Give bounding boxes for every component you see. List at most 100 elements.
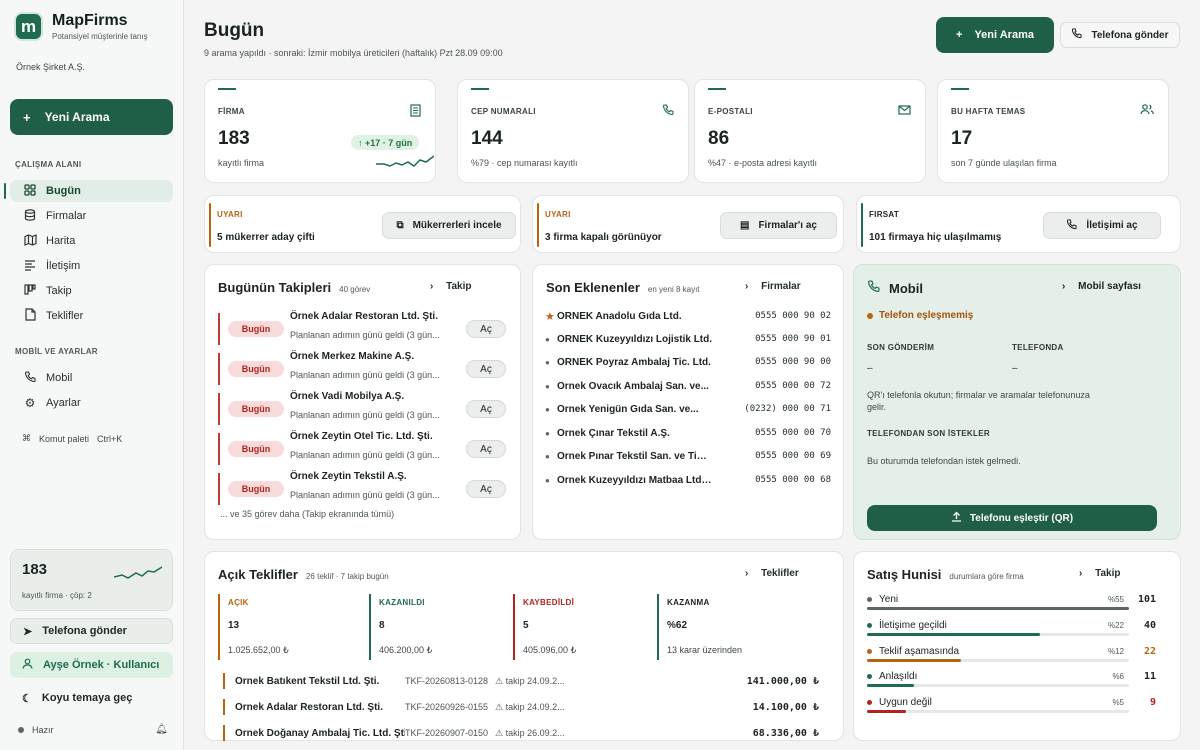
followup-link[interactable]: › Takip — [430, 281, 472, 292]
funnel-stage[interactable]: Yeni %55 101 — [867, 594, 1156, 616]
alert-accent — [209, 203, 211, 247]
sidebar-item-settings[interactable]: ⚙ Ayarlar — [10, 392, 173, 414]
stat-value: 5 — [523, 620, 529, 631]
phone-icon — [1071, 28, 1083, 42]
building-icon: ▤ — [740, 220, 750, 231]
recent-firm-row[interactable]: ● Örnek Pınar Tekstil San. ve Tic.... 05… — [545, 449, 831, 463]
recent-firm-row[interactable]: ● Örnek Çınar Tekstil A.Ş. 0555 000 00 7… — [545, 426, 831, 440]
link-label: Takip — [1095, 568, 1121, 579]
firm-name: ÖRNEK Anadolu Gıda Ltd. — [557, 310, 682, 322]
offers-link[interactable]: › Teklifler — [745, 568, 799, 579]
sidebar-item-label: İletişim — [46, 260, 81, 272]
open-contact-button[interactable]: İletişimi aç — [1043, 212, 1161, 239]
offer-followup-text: takip 26.09.2... — [505, 727, 565, 738]
sidebar-item-mobile[interactable]: Mobil — [10, 367, 173, 389]
recent-firm-row[interactable]: ● ÖRNEK Kuzeyyıldızı Lojistik Ltd. 0555 … — [545, 332, 831, 346]
offer-amount: 141.000,00 ₺ — [746, 675, 819, 687]
qr-help-text: QR'ı telefonla okutun; firmalar ve arama… — [867, 390, 1090, 412]
firm-name: Örnek Ovacık Ambalaj San. ve... — [557, 380, 709, 392]
offer-row[interactable]: Örnek Batıkent Tekstil Ltd. Şti. TKF-202… — [223, 673, 819, 689]
recent-firm-row[interactable]: ● Örnek Kuzeyyıldızı Matbaa Ltd.... 0555… — [545, 473, 831, 487]
sidebar-item-contact[interactable]: İletişim — [10, 255, 173, 277]
alert-duplicates: UYARI 5 mükerrer aday çifti ⧉ Mükerrerle… — [204, 195, 521, 253]
recent-firm-row[interactable]: ● Örnek Yenigün Gıda San. ve... (0232) 0… — [545, 402, 831, 416]
recent-firm-row[interactable]: ● ÖRNEK Poyraz Ambalaj Tic. Ltd. 0555 00… — [545, 355, 831, 369]
sidebar-new-search-button[interactable]: + Yeni Arama — [10, 99, 173, 135]
send-to-phone-button[interactable]: Telefona gönder — [1060, 22, 1180, 48]
followups-panel: Bugünün Takipleri 40 görev › Takip Bugün… — [204, 264, 521, 540]
offer-row[interactable]: Örnek Doğanay Ambalaj Tic. Ltd. Şti. TKF… — [223, 725, 819, 741]
open-firms-button[interactable]: ▤ Firmalar'ı aç — [720, 212, 837, 239]
firm-phone: 0555 000 00 72 — [755, 381, 831, 391]
open-task-button[interactable]: Aç — [466, 480, 506, 498]
funnel-stage[interactable]: Uygun değil %5 9 — [867, 697, 1156, 719]
user-profile-button[interactable]: Ayşe Örnek · Kullanıcı — [10, 652, 173, 678]
sidebar-item-firms[interactable]: Firmalar — [10, 205, 173, 227]
stage-name: İletişime geçildi — [879, 620, 947, 631]
due-badge: Bugün — [228, 321, 284, 337]
open-task-button[interactable]: Aç — [466, 320, 506, 338]
open-task-button[interactable]: Aç — [466, 400, 506, 418]
kpi-accent — [218, 88, 236, 90]
send-to-phone-label: Telefona gönder — [42, 625, 127, 637]
chevron-right-icon: › — [1079, 568, 1083, 579]
bullet-icon: ● — [545, 451, 550, 461]
command-palette[interactable]: ⌘ Komut paleti Ctrl+K — [22, 433, 122, 444]
button-label: Mükerrerleri incele — [412, 220, 502, 231]
sidebar-send-to-phone-button[interactable]: ➤ Telefona gönder — [10, 618, 173, 644]
button-label: Firmalar'ı aç — [758, 220, 817, 231]
funnel-stage[interactable]: Teklif aşamasında %12 22 — [867, 646, 1156, 668]
alert-opportunity: FIRSAT 101 firmaya hiç ulaşılmamış İleti… — [856, 195, 1181, 253]
stage-name: Yeni — [879, 594, 899, 605]
link-label: Teklifler — [761, 568, 799, 579]
upload-icon — [951, 511, 962, 525]
offer-followup: ⚠ takip 24.09.2... — [495, 676, 585, 687]
kpi-card-contact-week[interactable]: BU HAFTA TEMAS 17 son 7 günde ulaşılan f… — [937, 79, 1169, 183]
stage-bar-track — [867, 684, 1129, 687]
sidebar-item-today[interactable]: Bugün — [4, 180, 173, 202]
open-task-button[interactable]: Aç — [466, 360, 506, 378]
button-label: İletişimi aç — [1086, 220, 1138, 231]
stage-percent: %22 — [1107, 621, 1124, 630]
phone-requests-text: Bu oturumda telefondan istek gelmedi. — [867, 456, 1021, 466]
open-task-button[interactable]: Aç — [466, 440, 506, 458]
pair-phone-button[interactable]: Telefonu eşleştir (QR) — [867, 505, 1157, 531]
sidebar-item-followup[interactable]: Takip — [10, 280, 173, 302]
alert-text: 3 firma kapalı görünüyor — [545, 232, 662, 243]
kpi-card-email[interactable]: E-POSTALI 86 %47 · e-posta adresi kayıtl… — [694, 79, 926, 183]
mobile-page-link[interactable]: › Mobil sayfası — [1062, 281, 1141, 292]
kpi-card-mobile[interactable]: CEP NUMARALI 144 %79 · cep numarası kayı… — [457, 79, 689, 183]
recent-firm-row[interactable]: ● Örnek Ovacık Ambalaj San. ve... 0555 0… — [545, 379, 831, 393]
task-row[interactable]: Bugün Örnek Zeytin Tekstil A.Ş. Planlana… — [218, 471, 508, 505]
stage-name: Teklif aşamasında — [879, 646, 960, 657]
sidebar-item-map[interactable]: Harita — [10, 230, 173, 252]
brand[interactable]: m MapFirms Potansiyel müşterinle tanış — [14, 12, 148, 41]
moon-icon: ☾ — [22, 692, 32, 705]
firms-link[interactable]: › Firmalar — [745, 281, 801, 292]
stat-sub: 13 karar üzerinden — [667, 645, 743, 655]
funnel-stage[interactable]: İletişime geçildi %22 40 — [867, 620, 1156, 642]
stage-name: Anlaşıldı — [879, 671, 918, 682]
theme-toggle-button[interactable]: ☾ Koyu temaya geç — [10, 685, 173, 711]
task-row[interactable]: Bugün Örnek Merkez Makine A.Ş. Planlanan… — [218, 351, 508, 385]
chevron-right-icon: › — [745, 568, 749, 579]
task-description: Planlanan adımın günü geldi (3 gün... — [290, 490, 440, 500]
kpi-card-firms[interactable]: FİRMA 183 ↑ +17 · 7 gün kayıtlı firma — [204, 79, 436, 183]
sidebar: m MapFirms Potansiyel müşterinle tanış Ö… — [0, 0, 184, 750]
gear-icon: ⚙ — [24, 396, 36, 410]
review-duplicates-button[interactable]: ⧉ Mükerrerleri incele — [382, 212, 516, 239]
offer-code: TKF-20260907-0150 — [405, 728, 489, 738]
task-row[interactable]: Bugün Örnek Vadi Mobilya A.Ş. Planlanan … — [218, 391, 508, 425]
sidebar-item-offers[interactable]: Teklifler — [10, 305, 173, 327]
copy-icon: ⧉ — [396, 220, 404, 231]
task-row[interactable]: Bugün Örnek Adalar Restoran Ltd. Şti. Pl… — [218, 311, 508, 345]
funnel-link[interactable]: › Takip — [1079, 568, 1121, 579]
recent-firm-row[interactable]: ★ ÖRNEK Anadolu Gıda Ltd. 0555 000 90 02 — [545, 309, 831, 323]
bell-icon[interactable]: 🔔︎ — [155, 724, 168, 735]
stat-sub: 1.025.652,00 ₺ — [228, 645, 289, 655]
new-search-button[interactable]: + Yeni Arama — [936, 17, 1054, 53]
funnel-stage[interactable]: Anlaşıldı %6 11 — [867, 671, 1156, 693]
task-description: Planlanan adımın günü geldi (3 gün... — [290, 410, 440, 420]
task-row[interactable]: Bugün Örnek Zeytin Otel Tic. Ltd. Şti. P… — [218, 431, 508, 465]
offer-row[interactable]: Örnek Adalar Restoran Ltd. Şti. TKF-2026… — [223, 699, 819, 715]
